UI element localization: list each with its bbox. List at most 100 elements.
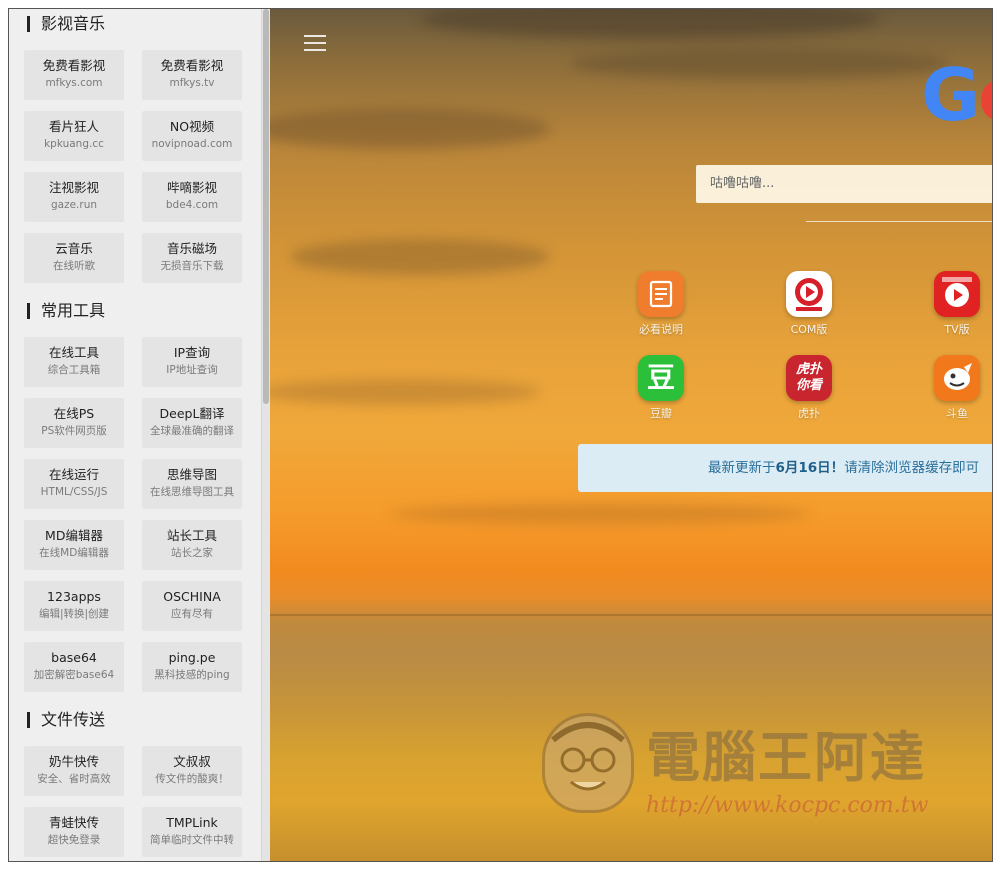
- link-name: 文叔叔: [173, 754, 211, 769]
- link-sub: HTML/CSS/JS: [40, 486, 108, 498]
- sidebar-link-kpkuang[interactable]: 看片狂人 kpkuang.cc: [24, 111, 124, 161]
- link-sub: bde4.com: [165, 199, 219, 211]
- link-sub: 应有尽有: [171, 608, 213, 620]
- logo-letter-o: o: [978, 53, 992, 137]
- watermark-url: http://www.kocpc.com.tw: [646, 793, 929, 818]
- link-sub: 在线听歌: [53, 260, 95, 272]
- sidebar-link-online-ps[interactable]: 在线PS PS软件网页版: [24, 398, 124, 448]
- browser-frame: 影视音乐 免费看影视 mfkys.com 免费看影视 mfkys.tv 看片狂人 kp…: [8, 8, 993, 862]
- link-name: 123apps: [47, 589, 101, 604]
- sidebar-link-ip-lookup[interactable]: IP查询 IP地址查询: [142, 337, 242, 387]
- section-title-tools: 常用工具: [27, 300, 105, 322]
- link-sub: 在线MD编辑器: [39, 547, 109, 559]
- sidebar-link-ping-pe[interactable]: ping.pe 黑科技感的ping: [142, 642, 242, 692]
- play-badge-icon: [786, 271, 832, 317]
- notice-suffix: 请清除浏览器缓存即可: [844, 460, 980, 476]
- link-sub: 编辑|转换|创建: [38, 608, 110, 620]
- hupu-icon: 虎扑 你看: [786, 355, 832, 401]
- sidebar-scrollbar[interactable]: [261, 9, 270, 861]
- sidebar-link-tmplink[interactable]: TMPLink 简单临时文件中转: [142, 807, 242, 857]
- sidebar-link-mfkys-tv[interactable]: 免费看影视 mfkys.tv: [142, 50, 242, 100]
- sidebar-link-webmaster[interactable]: 站长工具 站长之家: [142, 520, 242, 570]
- sidebar-link-md-editor[interactable]: MD编辑器在线MD编辑器: [24, 520, 124, 570]
- link-name: 免费看影视: [160, 58, 224, 73]
- search-input[interactable]: 咕噜咕噜...: [696, 165, 992, 203]
- sidebar-link-mindmap[interactable]: 思维导图在线思维导图工具: [142, 459, 242, 509]
- sidebar-link-oschina[interactable]: OSCHINA 应有尽有: [142, 581, 242, 631]
- horizon-line: [270, 614, 992, 616]
- link-name: 思维导图: [166, 467, 217, 482]
- link-name: 青蛙快传: [48, 815, 99, 830]
- shortcut-label: COM版: [790, 323, 828, 336]
- link-sub: 综合工具箱: [47, 364, 101, 376]
- sidebar-link-123apps[interactable]: 123apps 编辑|转换|创建: [24, 581, 124, 631]
- cloud-decor: [390, 504, 810, 524]
- link-sub: 在线思维导图工具: [150, 486, 234, 498]
- sidebar-link-frog-transfer[interactable]: 青蛙快传 超快免登录: [24, 807, 124, 857]
- link-sub: 安全、省时高效: [37, 773, 111, 785]
- scrollbar-thumb[interactable]: [263, 9, 269, 404]
- link-sub: PS软件网页版: [41, 425, 107, 437]
- section-title-media: 影视音乐: [27, 13, 105, 35]
- link-name: 云音乐: [55, 241, 93, 256]
- shortcut-label: 斗鱼: [946, 407, 968, 420]
- sidebar: 影视音乐 免费看影视 mfkys.com 免费看影视 mfkys.tv 看片狂人 kp…: [9, 9, 261, 861]
- shortcut-tv[interactable]: TV版: [922, 271, 992, 337]
- cloud-decor: [270, 109, 550, 149]
- douban-icon: 豆: [638, 355, 684, 401]
- shortcut-label: 虎扑: [798, 407, 820, 420]
- link-sub: 站长之家: [171, 547, 213, 559]
- notice-date: 6月16日！: [775, 460, 845, 476]
- link-name: 奶牛快传: [48, 754, 99, 769]
- link-name: 在线工具: [48, 345, 99, 360]
- section-title-file-transfer: 文件传送: [27, 709, 105, 731]
- link-name: 注视影视: [48, 180, 99, 195]
- sidebar-link-base64[interactable]: base64 加密解密base64: [24, 642, 124, 692]
- link-sub: 黑科技感的ping: [154, 669, 230, 681]
- link-sub: 超快免登录: [47, 834, 101, 846]
- link-sub: 无损音乐下载: [160, 260, 224, 272]
- sidebar-link-bde4[interactable]: 哔嘀影视 bde4.com: [142, 172, 242, 222]
- sidebar-link-cowtransfer[interactable]: 奶牛快传安全、省时高效: [24, 746, 124, 796]
- link-name: 站长工具: [166, 528, 217, 543]
- link-name: OSCHINA: [163, 589, 221, 604]
- shortcut-com[interactable]: COM版: [774, 271, 844, 337]
- link-name: IP查询: [173, 345, 211, 360]
- sidebar-link-gaze[interactable]: 注视影视 gaze.run: [24, 172, 124, 222]
- sidebar-link-online-tools[interactable]: 在线工具 综合工具箱: [24, 337, 124, 387]
- sidebar-link-music-field[interactable]: 音乐磁场 无损音乐下载: [142, 233, 242, 283]
- link-name: NO视频: [169, 119, 215, 134]
- search-underline: [806, 221, 992, 222]
- link-sub: 传文件的酸爽！: [155, 773, 229, 785]
- shortcut-douyu[interactable]: 斗鱼: [922, 355, 992, 421]
- sidebar-link-wenshushu[interactable]: 文叔叔传文件的酸爽！: [142, 746, 242, 796]
- search-engine-logo[interactable]: Go: [921, 59, 992, 131]
- link-sub: mfkys.com: [45, 77, 103, 89]
- sidebar-link-novipnoad[interactable]: NO视频 novipnoad.com: [142, 111, 242, 161]
- shortcut-hupu[interactable]: 虎扑 你看 虎扑: [774, 355, 844, 421]
- cloud-decor: [570, 49, 950, 79]
- link-name: ping.pe: [168, 650, 216, 665]
- sidebar-link-cloud-music[interactable]: 云音乐 在线听歌: [24, 233, 124, 283]
- douyu-icon: [934, 355, 980, 401]
- cloud-decor: [290, 239, 550, 275]
- sidebar-link-deepl[interactable]: DeepL翻译 全球最准确的翻译: [142, 398, 242, 448]
- link-name: DeepL翻译: [159, 406, 225, 421]
- link-sub: gaze.run: [50, 199, 98, 211]
- shortcut-douban[interactable]: 豆 豆瓣: [626, 355, 696, 421]
- menu-icon[interactable]: [304, 33, 326, 53]
- link-name: 在线运行: [48, 467, 99, 482]
- link-name: 免费看影视: [42, 58, 106, 73]
- link-name: 看片狂人: [48, 119, 99, 134]
- sidebar-link-mfkys-com[interactable]: 免费看影视 mfkys.com: [24, 50, 124, 100]
- link-name: MD编辑器: [45, 528, 103, 543]
- update-notice[interactable]: 最新更新于6月16日！请清除浏览器缓存即可: [578, 444, 992, 492]
- shortcut-label: 豆瓣: [650, 407, 672, 420]
- logo-letter-g: G: [921, 53, 980, 137]
- shortcut-instructions[interactable]: 必看说明: [626, 271, 696, 337]
- link-sub: mfkys.tv: [169, 77, 215, 89]
- document-icon: [638, 271, 684, 317]
- link-name: 在线PS: [53, 406, 95, 421]
- link-sub: 简单临时文件中转: [150, 834, 234, 846]
- sidebar-link-online-run[interactable]: 在线运行 HTML/CSS/JS: [24, 459, 124, 509]
